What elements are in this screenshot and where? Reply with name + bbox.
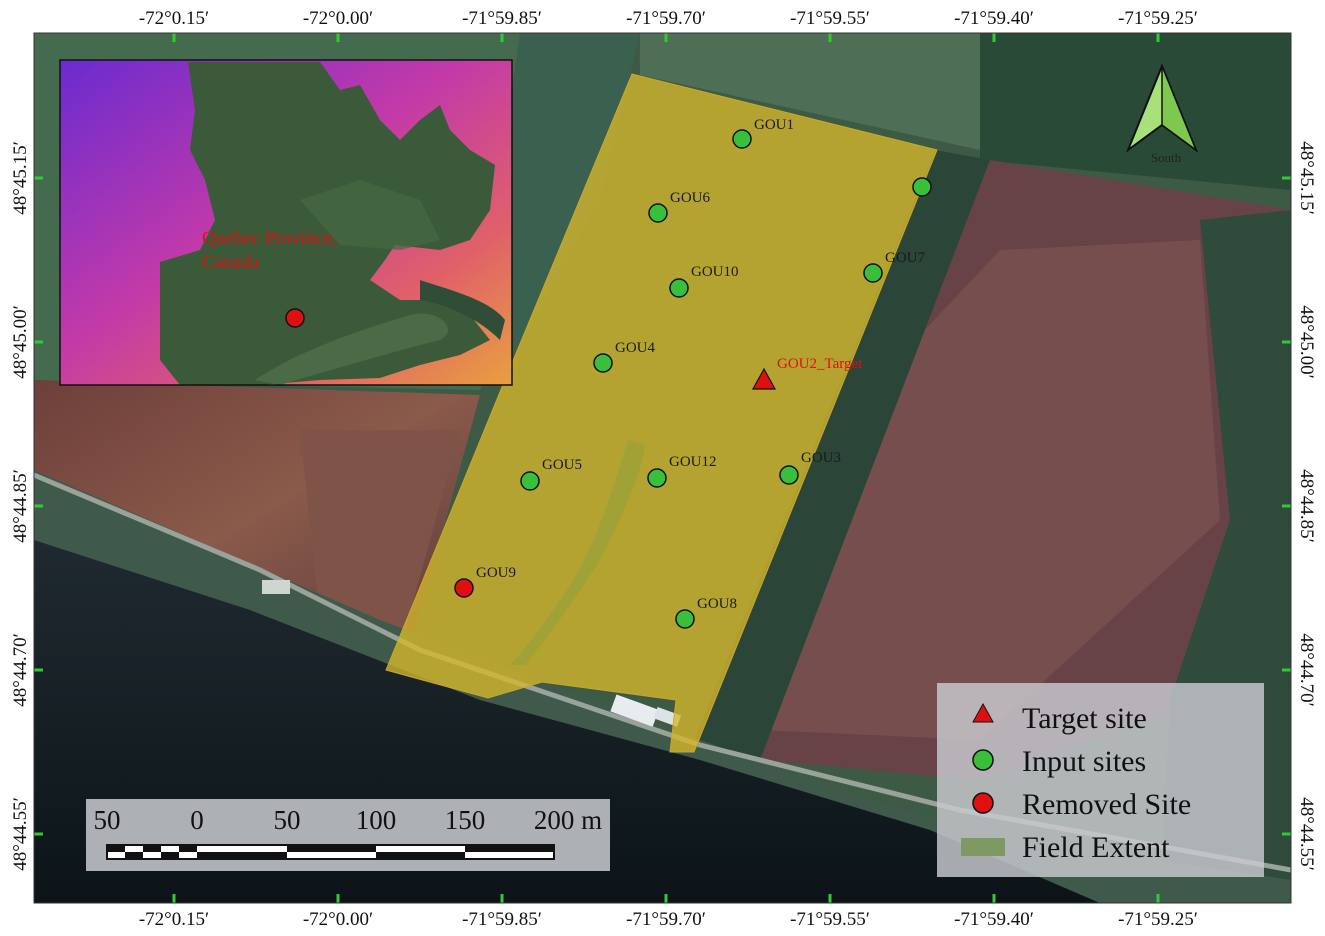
site-label: GOU1 xyxy=(754,117,794,133)
legend-removed-symbol xyxy=(972,792,994,814)
inset-label-line1: Quebec Province, xyxy=(202,228,337,249)
site-label: GOU6 xyxy=(670,190,710,206)
top-axis-label: -71°59.55′ xyxy=(790,8,870,29)
left-axis-label: 48°45.15′ xyxy=(10,141,31,215)
site-label: GOU5 xyxy=(542,457,582,473)
left-axis-label: 48°45.00′ xyxy=(10,305,31,379)
input-site-marker[interactable] xyxy=(912,177,932,197)
left-axis-label: 48°44.85′ xyxy=(10,469,31,543)
legend-input-symbol xyxy=(972,749,994,771)
top-axis-label: -71°59.40′ xyxy=(954,8,1034,29)
scale-label: 100 xyxy=(356,805,397,835)
bottom-axis-label: -71°59.40′ xyxy=(954,909,1034,930)
scale-bar-box xyxy=(86,799,610,871)
legend: Target site Input sites Removed Site Fie… xyxy=(937,683,1264,877)
bottom-axis-label: -71°59.25′ xyxy=(1118,909,1198,930)
scale-label: 50 xyxy=(274,805,301,835)
top-axis-label: -72°0.00′ xyxy=(303,8,373,29)
input-site-marker[interactable] xyxy=(732,129,752,149)
input-site-marker[interactable] xyxy=(520,471,540,491)
legend-item-label: Field Extent xyxy=(1022,831,1170,864)
top-axis-label: -71°59.25′ xyxy=(1118,8,1198,29)
north-arrow-label: South xyxy=(1151,150,1182,165)
input-site-marker[interactable] xyxy=(648,203,668,223)
bottom-axis-label: -72°0.15′ xyxy=(139,909,209,930)
top-axis-label: -71°59.85′ xyxy=(462,8,542,29)
bottom-axis-label: -71°59.85′ xyxy=(462,909,542,930)
legend-field-symbol xyxy=(961,838,1005,856)
left-axis: 48°45.15′ 48°45.00′ 48°44.85′ 48°44.70′ … xyxy=(10,141,31,871)
input-site-marker[interactable] xyxy=(675,609,695,629)
scale-label: 50 xyxy=(94,805,121,835)
inset-label-line2: Canada xyxy=(202,252,260,273)
scale-label: 0 xyxy=(190,805,204,835)
right-axis-label: 48°45.00′ xyxy=(1296,305,1317,379)
top-axis-label: -72°0.15′ xyxy=(139,8,209,29)
site-label: GOU4 xyxy=(615,340,655,356)
top-axis: -72°0.15′ -72°0.00′ -71°59.85′ -71°59.70… xyxy=(139,8,1198,29)
right-axis-label: 48°45.15′ xyxy=(1296,141,1317,215)
site-label: GOU8 xyxy=(697,596,737,612)
site-label: GOU10 xyxy=(691,264,739,280)
right-axis: 48°45.15′ 48°45.00′ 48°44.85′ 48°44.70′ … xyxy=(1296,141,1317,871)
map-figure: -72°0.15′ -72°0.00′ -71°59.85′ -71°59.70… xyxy=(10,8,1317,930)
site-label: GOU2_Target xyxy=(777,356,863,372)
scale-label: 200 m xyxy=(534,805,602,835)
inset-map: Quebec Province, Canada xyxy=(59,59,513,386)
legend-item-label: Input sites xyxy=(1022,745,1146,778)
left-axis-label: 48°44.70′ xyxy=(10,633,31,707)
input-site-marker[interactable] xyxy=(593,353,613,373)
scale-bar: 50 0 50 100 150 200 m xyxy=(86,799,610,871)
scale-label: 150 xyxy=(445,805,486,835)
removed-site-marker[interactable] xyxy=(454,578,474,598)
site-label: GOU12 xyxy=(669,454,717,470)
input-site-marker[interactable] xyxy=(669,278,689,298)
site-label: GOU3 xyxy=(801,450,841,466)
bottom-axis: -72°0.15′ -72°0.00′ -71°59.85′ -71°59.70… xyxy=(139,909,1198,930)
bottom-axis-label: -71°59.55′ xyxy=(790,909,870,930)
top-axis-label: -71°59.70′ xyxy=(626,8,706,29)
bottom-axis-label: -72°0.00′ xyxy=(303,909,373,930)
site-label: GOU7 xyxy=(885,250,925,266)
input-site-marker[interactable] xyxy=(779,465,799,485)
right-axis-label: 48°44.70′ xyxy=(1296,633,1317,707)
right-axis-label: 48°44.85′ xyxy=(1296,469,1317,543)
left-axis-label: 48°44.55′ xyxy=(10,797,31,871)
right-axis-label: 48°44.55′ xyxy=(1296,797,1317,871)
input-site-marker[interactable] xyxy=(647,468,667,488)
legend-item-label: Removed Site xyxy=(1022,788,1191,821)
study-location-marker xyxy=(285,308,305,328)
input-site-marker[interactable] xyxy=(863,263,883,283)
legend-item-label: Target site xyxy=(1022,702,1147,735)
site-label: GOU9 xyxy=(476,565,516,581)
bottom-axis-label: -71°59.70′ xyxy=(626,909,706,930)
